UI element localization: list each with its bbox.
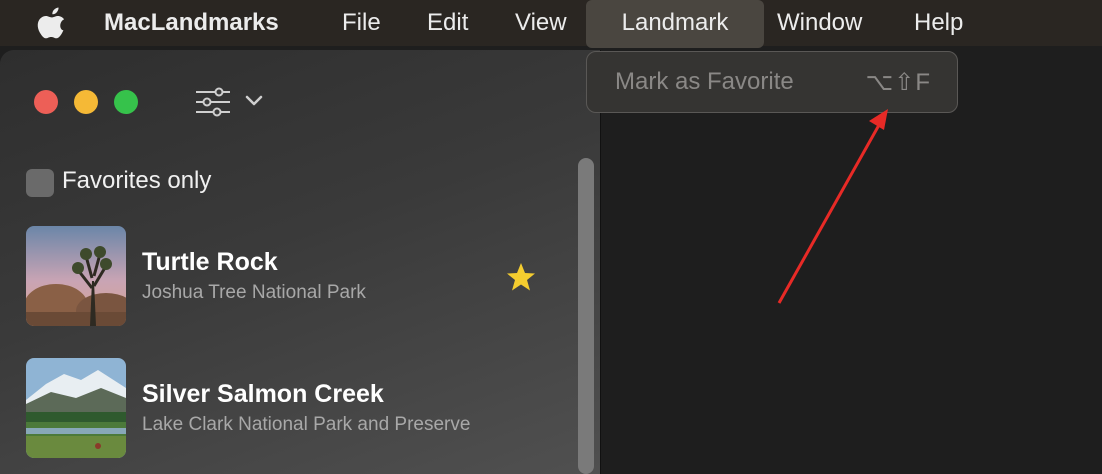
menu-app-name[interactable]: MacLandmarks	[104, 0, 279, 46]
landmark-park: Joshua Tree National Park	[142, 282, 366, 303]
window-zoom-button[interactable]	[114, 90, 138, 114]
detail-pane	[601, 50, 1102, 474]
landmark-row-turtle-rock[interactable]: Turtle Rock Joshua Tree National Park	[0, 226, 560, 330]
favorite-star-icon	[507, 263, 535, 291]
landmark-thumbnail	[26, 226, 126, 326]
menu-help[interactable]: Help	[914, 0, 963, 46]
menu-landmark[interactable]: Landmark	[586, 0, 764, 48]
landmark-name: Turtle Rock	[142, 248, 278, 276]
landmark-thumbnail	[26, 358, 126, 458]
landmark-name: Silver Salmon Creek	[142, 380, 384, 408]
menu-window[interactable]: Window	[777, 0, 862, 46]
sidebar-scrollbar[interactable]	[578, 158, 594, 474]
menu-file[interactable]: File	[342, 0, 381, 46]
favorites-only-checkbox[interactable]	[26, 169, 54, 197]
menu-edit[interactable]: Edit	[427, 0, 468, 46]
menu-bar: MacLandmarks File Edit View Landmark Win…	[0, 0, 1102, 48]
landmark-menu-dropdown: Mark as Favorite ⌥⇧F	[586, 51, 958, 113]
menu-view[interactable]: View	[515, 0, 567, 46]
chevron-down-icon[interactable]	[245, 93, 263, 109]
mark-as-favorite-menu-item[interactable]: Mark as Favorite ⌥⇧F	[587, 52, 957, 112]
landmark-park: Lake Clark National Park and Preserve	[142, 414, 471, 435]
mark-as-favorite-label: Mark as Favorite	[615, 68, 794, 95]
window-close-button[interactable]	[34, 90, 58, 114]
keyboard-shortcut: ⌥⇧F	[865, 69, 931, 96]
window-minimize-button[interactable]	[74, 90, 98, 114]
apple-menu-icon[interactable]	[36, 6, 68, 40]
landmark-row-silver-salmon-creek[interactable]: Silver Salmon Creek Lake Clark National …	[0, 358, 560, 462]
favorites-only-label: Favorites only	[62, 167, 212, 194]
filter-sliders-icon[interactable]	[195, 87, 231, 117]
